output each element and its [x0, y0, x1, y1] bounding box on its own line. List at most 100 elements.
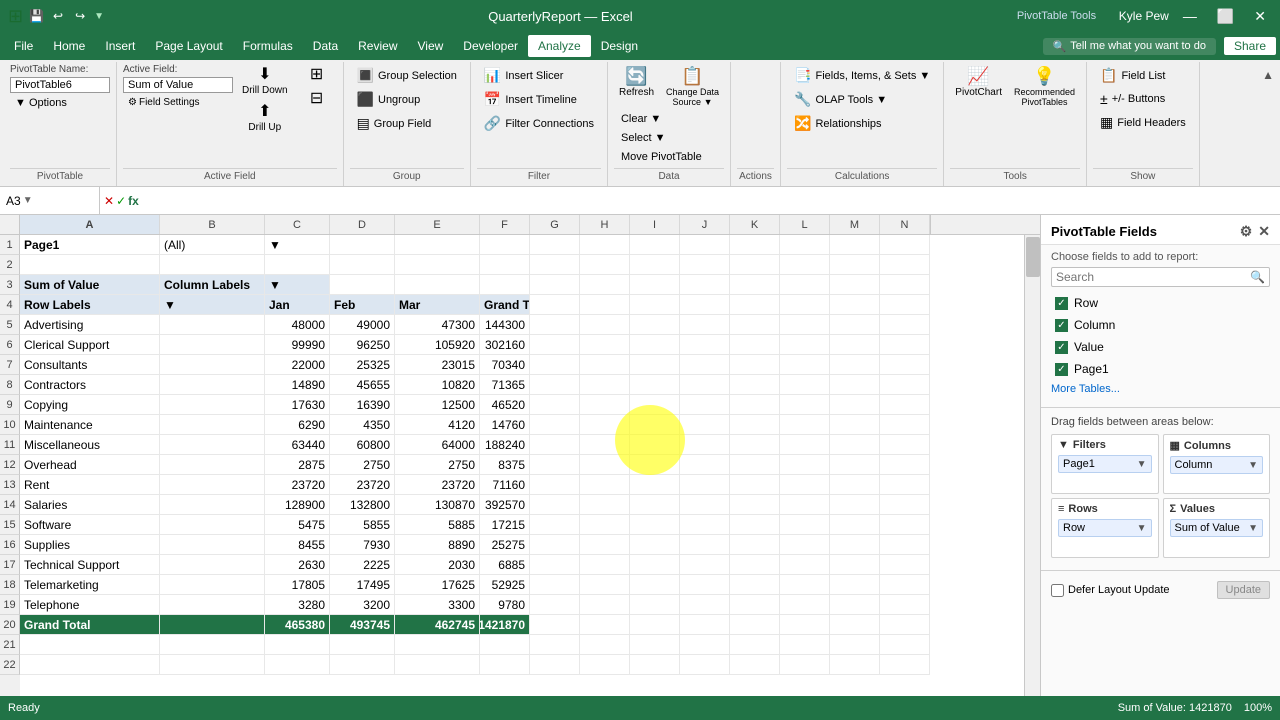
- cell-17-14[interactable]: [880, 555, 930, 575]
- cell-17-7[interactable]: [530, 555, 580, 575]
- cell-18-14[interactable]: [880, 575, 930, 595]
- cell-18-11[interactable]: [730, 575, 780, 595]
- cell-18-3[interactable]: 17805: [265, 575, 330, 595]
- cell-7-11[interactable]: [730, 355, 780, 375]
- cell-20-8[interactable]: [580, 615, 630, 635]
- field-settings-btn[interactable]: ⚙ Field Settings: [123, 95, 233, 110]
- cell-7-4[interactable]: 25325: [330, 355, 395, 375]
- cell-5-1[interactable]: Advertising: [20, 315, 160, 335]
- cell-18-8[interactable]: [580, 575, 630, 595]
- cell-22-5[interactable]: [395, 655, 480, 675]
- cell-14-4[interactable]: 132800: [330, 495, 395, 515]
- cell-16-8[interactable]: [580, 535, 630, 555]
- cell-16-13[interactable]: [830, 535, 880, 555]
- cell-17-2[interactable]: [160, 555, 265, 575]
- row-header-12[interactable]: 12: [0, 455, 20, 475]
- cell-15-5[interactable]: 5885: [395, 515, 480, 535]
- cell-18-13[interactable]: [830, 575, 880, 595]
- cell-4-3[interactable]: Jan: [265, 295, 330, 315]
- cell-4-9[interactable]: [630, 295, 680, 315]
- cell-20-7[interactable]: [530, 615, 580, 635]
- cell-8-3[interactable]: 14890: [265, 375, 330, 395]
- cell-10-5[interactable]: 4120: [395, 415, 480, 435]
- cell-10-14[interactable]: [880, 415, 930, 435]
- field-item-value[interactable]: ✓Value: [1051, 337, 1270, 357]
- cell-1-9[interactable]: [630, 235, 680, 255]
- move-pivottable-btn[interactable]: Move PivotTable: [614, 148, 724, 166]
- menu-data[interactable]: Data: [303, 35, 348, 57]
- cell-12-12[interactable]: [780, 455, 830, 475]
- cell-20-14[interactable]: [880, 615, 930, 635]
- cell-5-6[interactable]: 144300: [480, 315, 530, 335]
- cell-20-4[interactable]: 493745: [330, 615, 395, 635]
- cell-11-9[interactable]: [630, 435, 680, 455]
- cell-3-9[interactable]: [630, 275, 680, 295]
- pivot-close-icon[interactable]: ✕: [1258, 223, 1270, 240]
- cell-6-3[interactable]: 99990: [265, 335, 330, 355]
- cell-11-6[interactable]: 188240: [480, 435, 530, 455]
- cell-2-3[interactable]: [265, 255, 330, 275]
- cell-1-7[interactable]: [530, 235, 580, 255]
- vertical-scrollbar[interactable]: [1024, 235, 1040, 716]
- cell-3-10[interactable]: [680, 275, 730, 295]
- cell-22-4[interactable]: [330, 655, 395, 675]
- values-item[interactable]: Sum of Value ▼: [1170, 519, 1264, 537]
- cell-16-10[interactable]: [680, 535, 730, 555]
- pivot-settings-icon[interactable]: ⚙: [1240, 223, 1253, 240]
- cell-15-1[interactable]: Software: [20, 515, 160, 535]
- cell-20-6[interactable]: 1421870: [480, 615, 530, 635]
- cell-7-7[interactable]: [530, 355, 580, 375]
- row-header-2[interactable]: 2: [0, 255, 20, 275]
- cell-22-14[interactable]: [880, 655, 930, 675]
- menu-developer[interactable]: Developer: [453, 35, 528, 57]
- cell-22-13[interactable]: [830, 655, 880, 675]
- cell-20-12[interactable]: [780, 615, 830, 635]
- cell-4-1[interactable]: Row Labels: [20, 295, 160, 315]
- row-header-3[interactable]: 3: [0, 275, 20, 295]
- cell-1-3[interactable]: ▼: [265, 235, 330, 255]
- cell-12-13[interactable]: [830, 455, 880, 475]
- tell-me[interactable]: 🔍 Tell me what you want to do: [1043, 38, 1216, 55]
- cell-1-11[interactable]: [730, 235, 780, 255]
- cell-2-1[interactable]: [20, 255, 160, 275]
- cell-12-2[interactable]: [160, 455, 265, 475]
- ungroup-btn[interactable]: ⬛ Ungroup: [350, 88, 464, 111]
- cell-18-5[interactable]: 17625: [395, 575, 480, 595]
- col-header-d[interactable]: D: [330, 215, 395, 234]
- fields-items-sets-btn[interactable]: 📑 Fields, Items, & Sets ▼: [787, 64, 937, 87]
- cell-6-1[interactable]: Clerical Support: [20, 335, 160, 355]
- cell-8-1[interactable]: Contractors: [20, 375, 160, 395]
- field-item-page1[interactable]: ✓Page1: [1051, 359, 1270, 379]
- cell-10-6[interactable]: 14760: [480, 415, 530, 435]
- row-header-22[interactable]: 22: [0, 655, 20, 675]
- cell-8-5[interactable]: 10820: [395, 375, 480, 395]
- more-tables-link[interactable]: More Tables...: [1051, 379, 1270, 399]
- minimize-btn[interactable]: —: [1177, 6, 1203, 26]
- cell-11-13[interactable]: [830, 435, 880, 455]
- cell-13-13[interactable]: [830, 475, 880, 495]
- row-header-15[interactable]: 15: [0, 515, 20, 535]
- cell-19-11[interactable]: [730, 595, 780, 615]
- cell-19-3[interactable]: 3280: [265, 595, 330, 615]
- cell-12-4[interactable]: 2750: [330, 455, 395, 475]
- cell-19-4[interactable]: 3200: [330, 595, 395, 615]
- cell-15-3[interactable]: 5475: [265, 515, 330, 535]
- cell-5-4[interactable]: 49000: [330, 315, 395, 335]
- cell-15-9[interactable]: [630, 515, 680, 535]
- cell-8-12[interactable]: [780, 375, 830, 395]
- cell-10-9[interactable]: [630, 415, 680, 435]
- cell-12-6[interactable]: 8375: [480, 455, 530, 475]
- cell-6-8[interactable]: [580, 335, 630, 355]
- row-header-13[interactable]: 13: [0, 475, 20, 495]
- cell-19-13[interactable]: [830, 595, 880, 615]
- cell-5-14[interactable]: [880, 315, 930, 335]
- cell-22-2[interactable]: [160, 655, 265, 675]
- olap-tools-btn[interactable]: 🔧 OLAP Tools ▼: [787, 88, 937, 111]
- cell-16-4[interactable]: 7930: [330, 535, 395, 555]
- cell-4-8[interactable]: [580, 295, 630, 315]
- cell-21-4[interactable]: [330, 635, 395, 655]
- cell-21-9[interactable]: [630, 635, 680, 655]
- cell-22-11[interactable]: [730, 655, 780, 675]
- row-header-18[interactable]: 18: [0, 575, 20, 595]
- insert-function-icon[interactable]: fx: [128, 194, 139, 208]
